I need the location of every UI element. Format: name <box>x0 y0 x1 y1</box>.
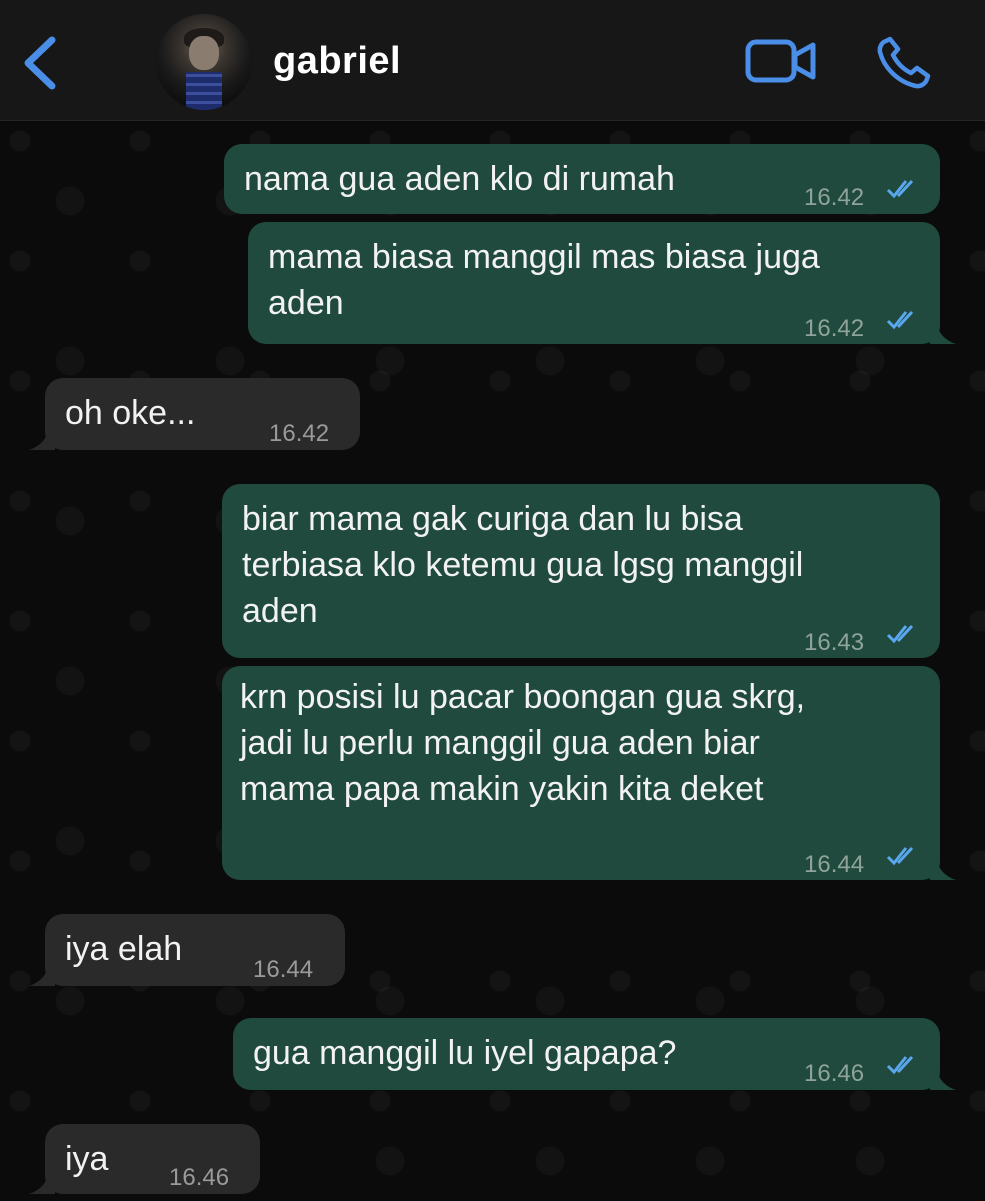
message-time: 16.42 <box>269 420 330 447</box>
message-time: 16.42 <box>804 315 865 342</box>
message-text: gua manggil lu iyel gapapa? <box>253 1034 677 1072</box>
read-ticks-icon <box>886 310 914 330</box>
message-text: mama biasa manggil mas biasa juga aden <box>268 238 820 322</box>
bubble-tail <box>930 1068 956 1090</box>
incoming-message[interactable]: iya elah 16.44 <box>29 914 345 986</box>
message-time: 16.46 <box>804 1060 865 1087</box>
message-time: 16.42 <box>804 184 865 211</box>
message-text: biar mama gak curiga dan lu bisa terbias… <box>242 500 804 630</box>
bubble-tail <box>930 322 956 344</box>
outgoing-message[interactable]: biar mama gak curiga dan lu bisa terbias… <box>222 484 940 658</box>
incoming-message[interactable]: oh oke... 16.42 <box>29 378 360 450</box>
message-time: 16.44 <box>253 956 314 983</box>
incoming-message[interactable]: iya 16.46 <box>29 1124 260 1194</box>
contact-name[interactable]: gabriel <box>273 40 401 83</box>
phone-icon[interactable] <box>876 36 934 90</box>
bubble-tail <box>29 428 55 450</box>
read-ticks-icon <box>886 846 914 866</box>
read-ticks-icon <box>886 1055 914 1075</box>
video-call-icon[interactable] <box>745 38 817 84</box>
message-text: iya <box>65 1140 109 1178</box>
outgoing-message[interactable]: mama biasa manggil mas biasa juga aden 1… <box>248 222 956 344</box>
read-ticks-icon <box>886 179 914 199</box>
message-text: nama gua aden klo di rumah <box>244 160 675 198</box>
message-time: 16.46 <box>169 1164 230 1191</box>
message-time: 16.44 <box>804 851 865 878</box>
bubble-tail <box>930 858 956 880</box>
message-text: iya elah <box>65 930 183 968</box>
outgoing-message[interactable]: krn posisi lu pacar boongan gua skrg, ja… <box>222 666 956 880</box>
message-time: 16.43 <box>804 629 865 656</box>
avatar[interactable] <box>156 14 252 110</box>
message-text: krn posisi lu pacar boongan gua skrg, ja… <box>240 678 806 808</box>
chat-header: gabriel <box>0 0 985 121</box>
read-ticks-icon <box>886 624 914 644</box>
message-text: oh oke... <box>65 394 196 432</box>
outgoing-message[interactable]: nama gua aden klo di rumah 16.42 <box>224 144 940 214</box>
outgoing-message[interactable]: gua manggil lu iyel gapapa? 16.46 <box>233 1018 956 1090</box>
bubble-tail <box>29 964 55 986</box>
bubble-tail <box>29 1172 55 1194</box>
chevron-left-icon[interactable] <box>18 34 62 92</box>
